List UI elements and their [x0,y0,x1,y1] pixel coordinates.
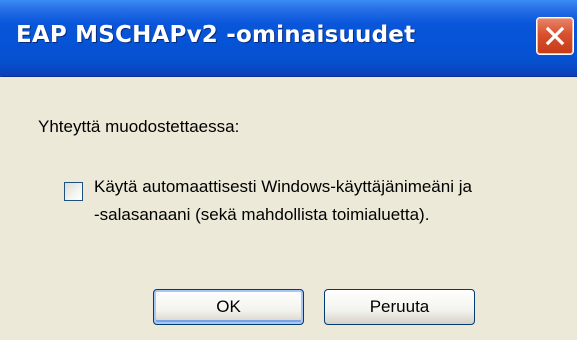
ok-button[interactable]: OK [153,289,304,325]
auto-credentials-label[interactable]: Käytä automaattisesti Windows-käyttäjäni… [94,173,574,229]
connection-group-label: Yhteyttä muodostettaessa: [38,117,240,136]
close-button[interactable] [536,17,574,55]
auto-credentials-label-line1: Käytä automaattisesti Windows-käyttäjäni… [94,177,472,196]
dialog-content: Yhteyttä muodostettaessa: Käytä automaat… [0,77,577,340]
auto-credentials-checkbox[interactable] [64,182,83,201]
title-bar[interactable]: EAP MSCHAPv2 -ominaisuudet [0,0,577,77]
cancel-button[interactable]: Peruuta [324,289,475,325]
dialog-window: EAP MSCHAPv2 -ominaisuudet Yhteyttä muod… [0,0,577,340]
close-icon [545,26,565,46]
window-title: EAP MSCHAPv2 -ominaisuudet [16,22,416,48]
auto-credentials-label-line2: -salasanaani (sekä mahdollista toimialue… [94,205,430,224]
